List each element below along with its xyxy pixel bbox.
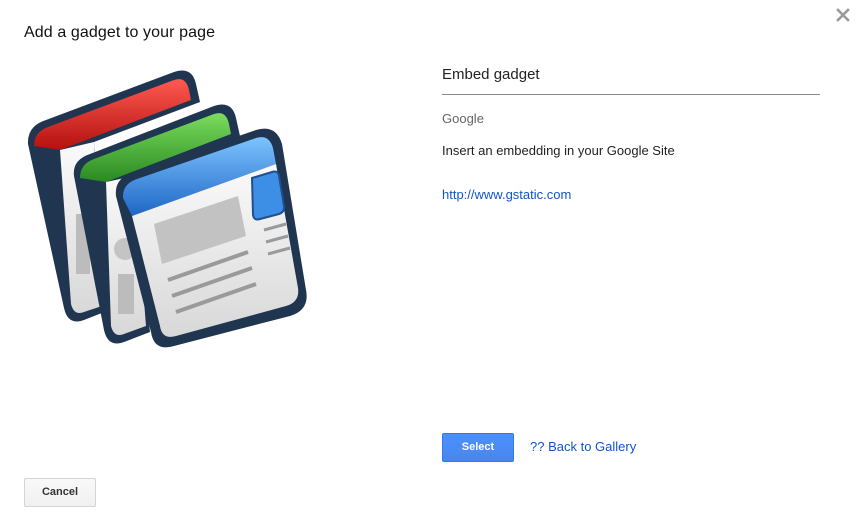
close-icon[interactable] (834, 6, 852, 24)
gadget-name: Embed gadget (442, 64, 820, 95)
select-button[interactable]: Select (442, 433, 514, 462)
back-to-gallery-link[interactable]: ?? Back to Gallery (530, 439, 636, 454)
gadget-url-link[interactable]: http://www.gstatic.com (442, 187, 571, 202)
gadget-description: Insert an embedding in your Google Site (442, 143, 675, 158)
gadget-author: Google (442, 111, 484, 126)
gadget-details: Embed gadget Google Insert an embedding … (442, 64, 820, 204)
gadget-windows-icon (24, 64, 314, 349)
dialog-title: Add a gadget to your page (24, 24, 216, 41)
cancel-button[interactable]: Cancel (24, 478, 96, 507)
